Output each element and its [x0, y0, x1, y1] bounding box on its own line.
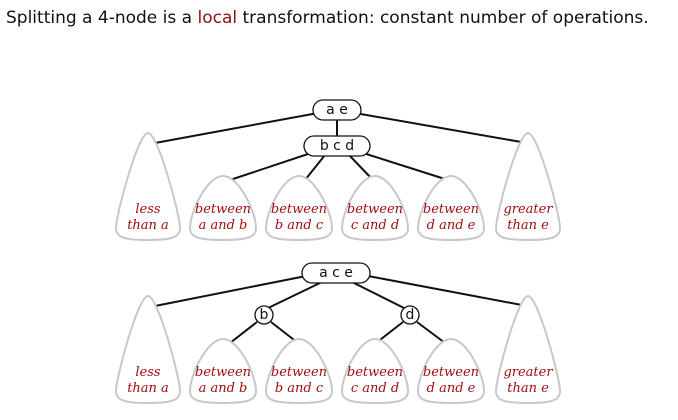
bottom-subtree-4-line2: c and d	[351, 381, 399, 396]
top-subtree-3-line2: b and c	[275, 218, 324, 233]
top-subtree-2-line2: a and b	[199, 218, 248, 233]
top-subtree-4-line1: between	[347, 202, 403, 217]
top-subtree-1-line1: less	[135, 202, 161, 217]
top-middle-keys: b c d	[320, 138, 354, 154]
top-subtree-6-line2: than e	[507, 218, 549, 233]
bottom-subtree-1-line1: less	[135, 365, 161, 380]
top-edge-mid-bc	[304, 154, 326, 181]
bottom-subtree-3-line2: b and c	[275, 381, 324, 396]
top-subtree-4-line2: c and d	[351, 218, 399, 233]
top-tree: less than a between a and b between b an…	[114, 99, 562, 242]
bottom-subtree-4-line1: between	[347, 365, 403, 380]
top-subtree-2-line1: between	[195, 202, 251, 217]
top-subtree-5-line2: d and e	[427, 218, 476, 233]
diagram-stage: Splitting a 4-node is a local transforma…	[0, 0, 678, 420]
bottom-subtree-3-line1: between	[271, 365, 327, 380]
bottom-subtree-5-line1: between	[423, 365, 479, 380]
bottom-edge-b-left	[229, 321, 258, 344]
top-subtree-1-line2: than a	[127, 218, 169, 233]
bottom-subtree-6-line2: than e	[507, 381, 549, 396]
top-edge-root-left	[154, 112, 319, 144]
bottom-root-keys: a c e	[319, 265, 353, 281]
top-root-keys: a e	[326, 102, 348, 118]
bottom-subtree-5-line2: d and e	[427, 381, 476, 396]
top-edge-root-right	[354, 112, 528, 144]
top-subtree-3-line1: between	[271, 202, 327, 217]
bottom-tree: less than a between a and b between b an…	[114, 262, 562, 405]
top-subtree-6-line1: greater	[503, 202, 553, 217]
bottom-subtree-1-line2: than a	[127, 381, 169, 396]
bottom-subtree-2-line2: a and b	[199, 381, 248, 396]
bottom-left-key: b	[260, 307, 269, 323]
bottom-edge-d-right	[416, 321, 446, 344]
tree-diagram: less than a between a and b between b an…	[114, 99, 562, 405]
bottom-edge-root-d	[351, 281, 407, 310]
bottom-subtree-2-line1: between	[195, 365, 251, 380]
top-subtree-5-line1: between	[423, 202, 479, 217]
bottom-subtree-6-line1: greater	[503, 365, 553, 380]
bottom-edge-root-b	[265, 281, 323, 310]
bottom-right-key: d	[406, 307, 415, 323]
